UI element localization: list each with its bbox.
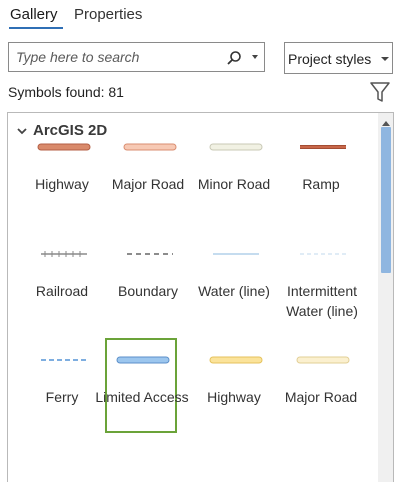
- symbol-gallery: ArcGIS 2D Highway Major Road Minor Road Ram…: [7, 112, 394, 482]
- symbol-label: Limited Access: [95, 389, 189, 405]
- project-styles-dropdown[interactable]: Project styles: [284, 42, 393, 74]
- symbol-label: Major Road: [111, 176, 185, 192]
- symbol-item[interactable]: Minor Road: [193, 127, 275, 222]
- symbol-item[interactable]: Major Road: [280, 340, 362, 435]
- symbol-swatch-icon: [300, 145, 346, 149]
- symbols-found-count: Symbols found: 81: [8, 84, 124, 100]
- symbol-swatch-icon: [296, 356, 350, 364]
- symbol-item[interactable]: Major Road: [107, 127, 189, 222]
- symbol-item[interactable]: Intermittent Water (line): [280, 234, 362, 329]
- symbol-swatch-icon: [209, 356, 263, 364]
- symbol-label: Highway: [207, 389, 261, 405]
- chevron-down-icon[interactable]: [250, 52, 260, 62]
- symbol-swatch-icon: [41, 251, 87, 257]
- symbol-label: Boundary: [118, 283, 178, 299]
- symbol-label: Minor Road: [197, 176, 271, 192]
- scrollbar-thumb[interactable]: [381, 127, 391, 273]
- symbol-swatch-icon: [41, 359, 87, 361]
- symbol-swatch-icon: [209, 143, 263, 151]
- symbol-item[interactable]: Boundary: [107, 234, 189, 329]
- search-input[interactable]: [16, 49, 216, 65]
- search-box[interactable]: [8, 42, 265, 72]
- symbol-swatch-icon: [116, 356, 170, 364]
- tab-gallery[interactable]: Gallery: [10, 6, 58, 23]
- chevron-down-icon: [381, 57, 389, 61]
- symbol-item[interactable]: Ferry: [21, 340, 103, 435]
- symbol-item[interactable]: Ramp: [280, 127, 362, 222]
- symbol-label: Ramp: [302, 176, 340, 192]
- vertical-scrollbar[interactable]: [378, 113, 393, 482]
- symbol-swatch-icon: [300, 253, 346, 255]
- symbol-item[interactable]: Limited Access: [95, 338, 189, 433]
- project-styles-value: Project styles: [288, 51, 372, 67]
- symbol-swatch-icon: [127, 253, 173, 255]
- symbol-item[interactable]: Railroad: [21, 234, 103, 329]
- symbol-label: Major Road: [284, 389, 358, 405]
- symbol-label: Water (line): [198, 283, 270, 299]
- symbol-swatch-icon: [123, 143, 177, 151]
- active-tab-indicator: [9, 27, 63, 29]
- symbol-swatch-icon: [37, 143, 91, 151]
- symbol-item[interactable]: Water (line): [193, 234, 275, 329]
- symbol-label: Intermittent Water (line): [286, 283, 358, 319]
- scroll-up-icon[interactable]: [381, 119, 391, 127]
- symbol-swatch-icon: [213, 253, 259, 255]
- search-icon[interactable]: [226, 50, 242, 66]
- symbol-item[interactable]: Highway: [21, 127, 103, 222]
- tab-properties[interactable]: Properties: [74, 6, 142, 23]
- symbol-label: Highway: [35, 176, 89, 192]
- filter-icon[interactable]: [369, 80, 391, 104]
- tab-bar: Gallery Properties: [0, 0, 401, 30]
- symbol-label: Railroad: [35, 283, 89, 299]
- symbol-item[interactable]: Highway: [193, 340, 275, 435]
